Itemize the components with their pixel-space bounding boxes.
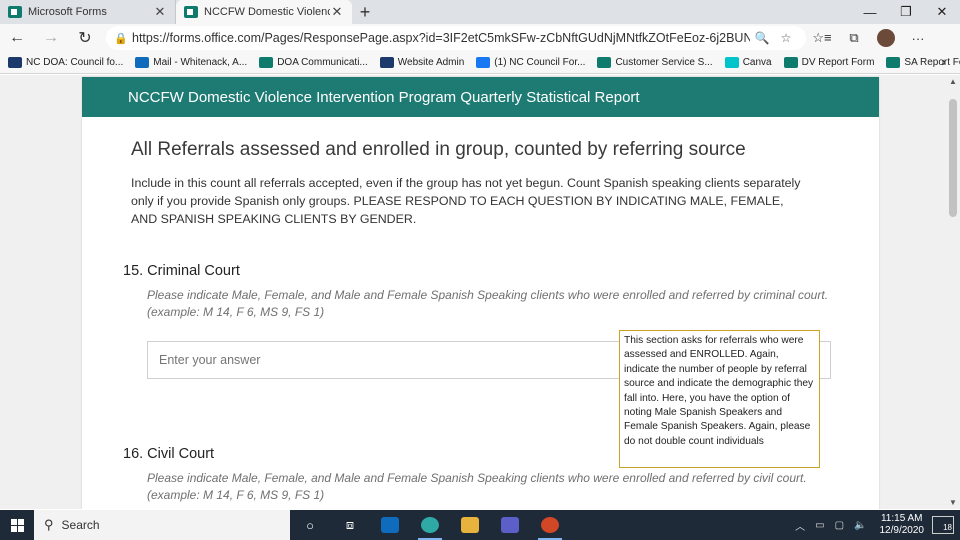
favorite-label: SA Report Form [904, 57, 960, 68]
forms-icon [886, 57, 901, 68]
annotation-callout: This section asks for referrals who were… [619, 330, 820, 468]
back-arrow-icon[interactable]: ← [0, 24, 34, 52]
favorite-label: DV Report Form [801, 57, 875, 68]
forms-icon [259, 57, 274, 68]
favorite-label: NC DOA: Council fo... [26, 57, 124, 68]
window-controls: — ❐ ✕ [852, 0, 960, 24]
maximize-icon[interactable]: ❐ [888, 0, 924, 24]
clock-date: 12/9/2020 [879, 525, 925, 536]
clock-time: 11:15 AM [880, 513, 923, 524]
refresh-icon[interactable]: ↻ [68, 24, 102, 52]
forms-icon [783, 57, 798, 68]
page-scrollbar[interactable]: ▲ ▼ [946, 75, 960, 509]
search-icon: ⚲ [44, 517, 54, 532]
favorite-label: Customer Service S... [615, 57, 713, 68]
avatar [877, 29, 895, 47]
scroll-down-icon[interactable]: ▼ [949, 498, 957, 507]
question-title-criminal-court: 15. Criminal Court [123, 263, 240, 279]
powerpoint-taskbar-icon[interactable] [530, 510, 570, 540]
system-clock[interactable]: 11:15 AM 12/9/2020 [880, 513, 925, 537]
tab-label: Microsoft Forms [28, 6, 107, 18]
profile-avatar[interactable] [870, 24, 902, 52]
favorite-mail[interactable]: Mail - Whitenack, A... [135, 57, 247, 68]
site-icon [8, 57, 22, 68]
question-title-civil-court: 16. Civil Court [123, 446, 215, 462]
canva-icon [724, 57, 739, 68]
favorite-dv-report-form[interactable]: DV Report Form [783, 57, 875, 68]
system-tray: ︿ ▭ ▢ 🔈 11:15 AM 12/9/2020 18 [790, 510, 960, 540]
minimize-icon[interactable]: — [852, 0, 888, 24]
forward-arrow-icon[interactable]: → [34, 24, 68, 52]
favorite-label: Mail - Whitenack, A... [153, 57, 248, 68]
file-explorer-icon[interactable] [450, 510, 490, 540]
notification-center-icon[interactable]: 18 [932, 516, 954, 534]
outlook-taskbar-icon[interactable] [370, 510, 410, 540]
new-tab-button[interactable]: + [352, 0, 378, 24]
favorite-label: Website Admin [397, 57, 465, 68]
site-icon [379, 57, 394, 68]
tab-label: NCCFW Domestic Violence Inter [204, 6, 330, 18]
windows-taskbar: ⚲ Search ○ ⧈ ︿ ▭ ▢ 🔈 11:15 AM 12/9/2020 … [0, 510, 960, 540]
cortana-icon[interactable]: ○ [290, 510, 330, 540]
scroll-up-icon[interactable]: ▲ [949, 77, 957, 86]
settings-menu-icon[interactable]: ··· [902, 24, 934, 52]
display-icon[interactable]: ▢ [835, 520, 844, 531]
favorite-canva[interactable]: Canva [724, 57, 772, 68]
facebook-icon [476, 57, 491, 68]
tab-nccfw-form[interactable]: NCCFW Domestic Violence Inter ✕ [176, 0, 352, 24]
favorite-facebook[interactable]: (1) NC Council For... [476, 57, 585, 68]
section-title: All Referrals assessed and enrolled in g… [131, 139, 746, 160]
browser-toolbar: ← → ↻ 🔒 https://forms.office.com/Pages/R… [0, 24, 960, 52]
form-header: NCCFW Domestic Violence Intervention Pro… [82, 77, 879, 117]
question-hint-civil-court: Please indicate Male, Female, and Male a… [147, 471, 807, 502]
tab-microsoft-forms[interactable]: Microsoft Forms ✕ [0, 0, 176, 24]
tab-close-icon[interactable]: ✕ [153, 4, 167, 20]
browser-tab-strip: Microsoft Forms ✕ NCCFW Domestic Violenc… [0, 0, 960, 24]
forms-icon [597, 57, 612, 68]
favorite-customer-service[interactable]: Customer Service S... [597, 57, 713, 68]
start-button[interactable] [0, 510, 34, 540]
volume-icon[interactable]: 🔈 [854, 520, 866, 531]
collections-icon[interactable]: ⧉ [838, 24, 870, 52]
taskbar-search[interactable]: ⚲ Search [34, 510, 290, 540]
window-close-icon[interactable]: ✕ [924, 0, 960, 24]
favorite-label: Canva [742, 57, 772, 68]
favorite-sa-report-form[interactable]: SA Report Form [886, 57, 960, 68]
url-text[interactable]: https://forms.office.com/Pages/ResponseP… [132, 31, 750, 45]
favorite-doa-communications[interactable]: DOA Communicati... [259, 57, 368, 68]
edge-taskbar-icon[interactable] [410, 510, 450, 540]
task-view-icon[interactable]: ⧈ [330, 510, 370, 540]
favorites-bar: NC DOA: Council fo... Mail - Whitenack, … [0, 52, 960, 74]
tab-close-icon[interactable]: ✕ [330, 4, 344, 20]
favorite-label: DOA Communicati... [277, 57, 368, 68]
chevron-up-icon[interactable]: ︿ [795, 518, 805, 533]
favorite-website-admin[interactable]: Website Admin [379, 57, 465, 68]
zoom-icon[interactable]: 🔍 [750, 31, 774, 45]
address-bar[interactable]: 🔒 https://forms.office.com/Pages/Respons… [106, 26, 806, 50]
scrollbar-thumb[interactable] [949, 99, 957, 217]
forms-favicon-icon [184, 6, 198, 18]
outlook-icon [135, 57, 150, 68]
favorite-nc-doa[interactable]: NC DOA: Council fo... [8, 57, 123, 68]
teams-taskbar-icon[interactable] [490, 510, 530, 540]
question-hint-criminal-court: Please indicate Male, Female, and Male a… [147, 288, 829, 319]
forms-favicon-icon [8, 6, 22, 18]
favorite-label: (1) NC Council For... [494, 57, 586, 68]
chevron-right-icon[interactable]: › [942, 54, 946, 69]
favorites-list-icon[interactable]: ☆≡ [806, 24, 838, 52]
lock-icon[interactable]: 🔒 [114, 32, 132, 45]
network-icon[interactable]: ▭ [815, 520, 824, 531]
favorite-star-icon[interactable]: ☆ [774, 31, 798, 45]
windows-logo-icon [10, 518, 24, 532]
section-description: Include in this count all referrals acce… [131, 176, 801, 226]
search-placeholder: Search [61, 518, 100, 532]
